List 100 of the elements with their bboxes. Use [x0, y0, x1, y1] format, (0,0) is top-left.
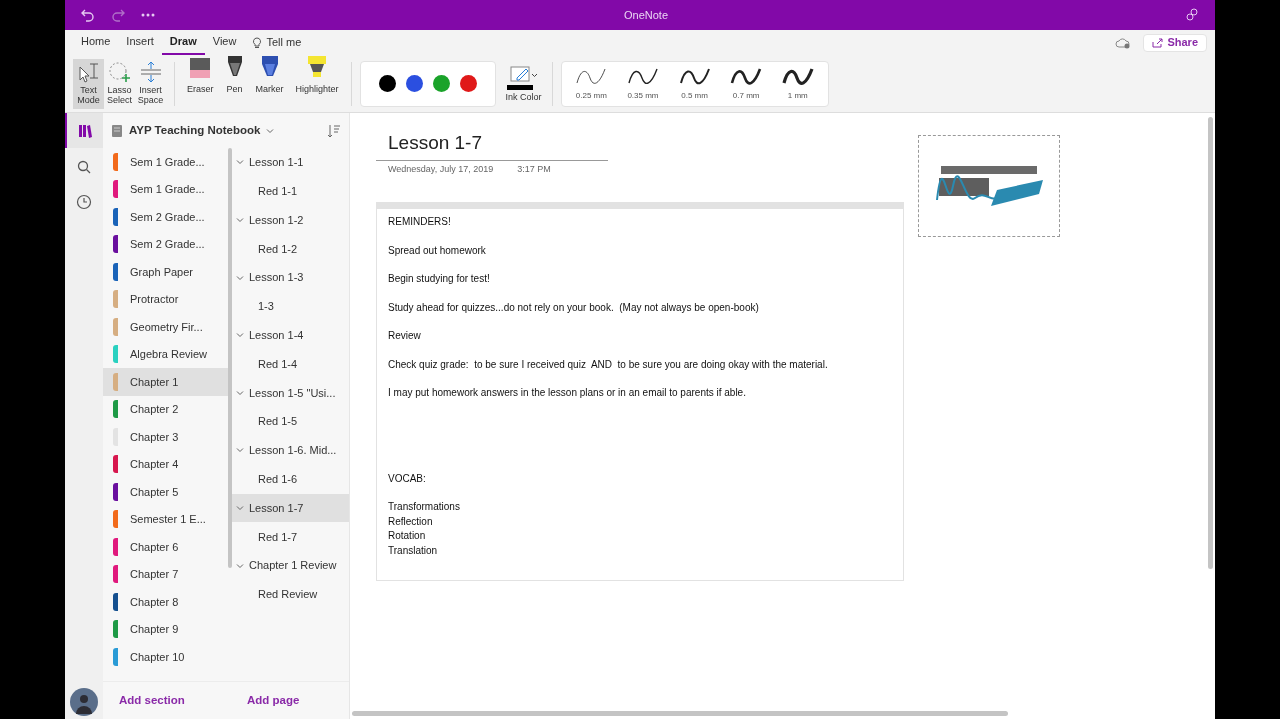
- section-tab[interactable]: Sem 2 Grade...: [103, 203, 228, 231]
- chevron-icon[interactable]: [236, 331, 244, 340]
- note-line: Begin studying for test!: [388, 272, 491, 286]
- ink-color-swatch[interactable]: [459, 75, 477, 92]
- page-item[interactable]: Lesson 1-3: [232, 263, 349, 292]
- sort-icon[interactable]: [327, 123, 341, 138]
- redo-icon[interactable]: [111, 8, 125, 22]
- chevron-icon[interactable]: [236, 388, 244, 397]
- subpage-item[interactable]: Red 1-2: [232, 234, 349, 264]
- ink-color-swatch[interactable]: [405, 75, 423, 92]
- pen-tool-button[interactable]: Pen: [221, 58, 248, 109]
- window-title: OneNote: [624, 7, 668, 23]
- avatar[interactable]: [70, 688, 98, 716]
- page-item[interactable]: Lesson 1-4: [232, 320, 349, 350]
- recent-clock-icon[interactable]: [76, 194, 92, 210]
- undo-icon[interactable]: [81, 8, 95, 22]
- add-page-link[interactable]: Add page: [231, 691, 300, 710]
- chevron-icon[interactable]: [236, 216, 244, 224]
- subpage-item[interactable]: 1-3: [232, 292, 349, 321]
- section-tab[interactable]: Chapter 9: [103, 615, 228, 643]
- section-tab[interactable]: Chapter 10: [103, 643, 228, 671]
- chevron-icon[interactable]: [236, 446, 244, 455]
- highlighter-icon: [307, 55, 328, 79]
- ribbon-tool-button[interactable]: Text Mode: [73, 58, 104, 109]
- page-date: Wednesday, July 17, 2019: [388, 162, 494, 176]
- insert-space-icon: [138, 60, 163, 83]
- notebook-switcher[interactable]: AYP Teaching Notebook: [129, 121, 275, 140]
- section-tab[interactable]: Chapter 4: [103, 450, 228, 478]
- note-line: Transformations: [388, 500, 461, 514]
- chevron-icon[interactable]: [266, 126, 275, 135]
- page-item[interactable]: Lesson 1-6. Mid...: [232, 435, 349, 465]
- pen-tool-button[interactable]: Marker: [251, 58, 288, 109]
- notebooks-icon[interactable]: [65, 113, 103, 148]
- sync-cloud-icon[interactable]: [1115, 36, 1132, 49]
- pen-thickness-option[interactable]: 0.7 mm: [730, 65, 763, 102]
- section-tab[interactable]: Graph Paper: [103, 258, 228, 286]
- section-tab[interactable]: Chapter 2: [103, 395, 228, 423]
- section-tab[interactable]: Chapter 1: [103, 368, 228, 396]
- note-line: REMINDERS!: [388, 215, 452, 229]
- section-tab[interactable]: Sem 1 Grade...: [103, 148, 228, 176]
- ink-color-swatch[interactable]: [378, 75, 396, 92]
- collaborators-icon[interactable]: [1185, 8, 1199, 22]
- section-tab[interactable]: Chapter 7: [103, 560, 228, 588]
- section-tab[interactable]: Chapter 3: [103, 423, 228, 451]
- cursor-text-icon: [76, 60, 101, 83]
- note-line: VOCAB:: [388, 471, 427, 486]
- add-section-link[interactable]: Add section: [103, 691, 231, 710]
- pen-tool-button[interactable]: Highlighter: [291, 58, 343, 109]
- chevron-icon[interactable]: [236, 158, 244, 167]
- chevron-icon[interactable]: [236, 561, 244, 570]
- lightbulb-icon: [252, 36, 263, 49]
- note-container[interactable]: [376, 202, 904, 581]
- ribbon-tool-button[interactable]: Insert Space: [135, 58, 166, 109]
- pen-tool-button[interactable]: Eraser: [183, 58, 218, 109]
- page-item[interactable]: Chapter 1 Review: [232, 551, 349, 580]
- image-selection-frame[interactable]: [918, 135, 1060, 237]
- note-line: Check quiz grade: to be sure I received quiz AND to be sure you are doing okay with the material.: [388, 357, 829, 372]
- ribbon-tool-button[interactable]: Lasso Select: [104, 58, 135, 109]
- note-line: Study ahead for quizzes...do not rely on your book. (May not always be open-book): [388, 300, 760, 315]
- vertical-scrollbar[interactable]: [1207, 117, 1213, 569]
- share-button[interactable]: Share: [1143, 33, 1207, 52]
- search-icon[interactable]: [77, 160, 91, 174]
- ink-color-swatch[interactable]: [432, 75, 450, 92]
- lasso-icon: [107, 60, 132, 83]
- tell-me-search[interactable]: Tell me: [244, 30, 310, 55]
- section-tab[interactable]: Chapter 5: [103, 478, 228, 506]
- more-icon[interactable]: [141, 13, 155, 17]
- section-tab[interactable]: Protractor: [103, 285, 228, 313]
- page-item[interactable]: Lesson 1-1: [232, 148, 349, 177]
- section-tab[interactable]: Algebra Review: [103, 340, 228, 368]
- page-item[interactable]: Lesson 1-5 "Usi...: [232, 378, 349, 408]
- pen-icon: [225, 55, 244, 79]
- subpage-item[interactable]: Red 1-5: [232, 407, 349, 436]
- subpage-item[interactable]: Red 1-6: [232, 464, 349, 494]
- pen-thickness-option[interactable]: 1 mm: [781, 65, 814, 102]
- horizontal-scrollbar[interactable]: [352, 710, 1008, 716]
- page-title[interactable]: Lesson 1-7: [388, 132, 482, 153]
- subpage-item[interactable]: Red 1-4: [232, 349, 349, 379]
- subpage-item[interactable]: Red 1-7: [232, 522, 349, 552]
- note-line: I may put homework answers in the lesson plans or in an email to parents if able.: [388, 386, 747, 400]
- section-tab[interactable]: Chapter 8: [103, 588, 228, 616]
- chevron-icon[interactable]: [236, 273, 244, 282]
- section-tab[interactable]: Sem 1 Grade...: [103, 175, 228, 203]
- section-tab[interactable]: Chapter 6: [103, 533, 228, 561]
- pen-thickness-option[interactable]: 0.35 mm: [626, 65, 659, 102]
- section-tab[interactable]: Sem 2 Grade...: [103, 230, 228, 258]
- section-tab[interactable]: Semester 1 E...: [103, 505, 228, 533]
- subpage-item[interactable]: Red Review: [232, 579, 349, 609]
- ink-color-button[interactable]: Ink Color: [503, 65, 544, 102]
- chevron-icon[interactable]: [236, 503, 244, 512]
- page-item[interactable]: Lesson 1-7: [232, 493, 349, 523]
- ribbon-tab[interactable]: View: [204, 30, 245, 55]
- section-tab[interactable]: Geometry Fir...: [103, 313, 228, 341]
- subpage-item[interactable]: Red 1-1: [232, 176, 349, 206]
- pen-thickness-option[interactable]: 0.5 mm: [678, 65, 711, 102]
- pen-thickness-option[interactable]: 0.25 mm: [575, 65, 608, 102]
- page-item[interactable]: Lesson 1-2: [232, 205, 349, 235]
- ribbon-tab[interactable]: Home: [73, 30, 119, 55]
- page-time: 3:17 PM: [517, 162, 551, 176]
- ribbon-tab[interactable]: Insert: [118, 30, 162, 55]
